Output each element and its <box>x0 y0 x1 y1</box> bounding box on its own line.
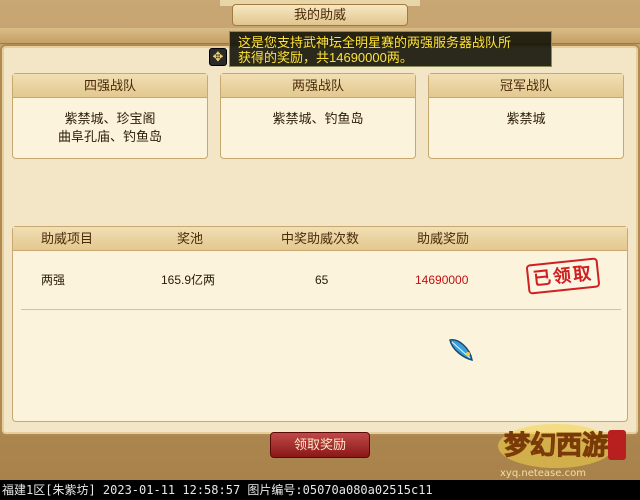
feather-icon <box>449 339 473 362</box>
column-header-wins: 中奖助威次数 <box>281 231 360 246</box>
status-bar: 福建1区[朱紫坊] 2023-01-11 12:58:57 图片编号:05070… <box>0 480 640 500</box>
tooltip-line-2: 获得的奖励，共14690000两。 <box>238 50 413 65</box>
claim-reward-button[interactable]: 领取奖励 <box>270 432 370 458</box>
team-members-top2: 紫禁城、钓鱼岛 <box>272 111 364 126</box>
team-members-champion: 紫禁城 <box>506 111 546 126</box>
row-divider <box>21 309 621 310</box>
window-title: 我的助威 <box>232 4 408 26</box>
tooltip-line-1: 这是您支持武神坛全明星赛的两强服务器战队所 <box>238 35 512 50</box>
team-header-top4: 四强战队 <box>13 74 207 98</box>
svg-text:梦幻西游: 梦幻西游 <box>504 431 608 461</box>
column-header-reward: 助威奖励 <box>417 231 470 246</box>
row-item: 两强 <box>41 273 66 287</box>
row-reward: 14690000 <box>415 273 469 287</box>
team-box-champion: 冠军战队 紫禁城 <box>428 73 624 159</box>
table-header: 助威项目 奖池 中奖助威次数 助威奖励 <box>13 227 627 251</box>
game-logo: 梦幻西游 xyq.netease.com <box>498 424 626 479</box>
claimed-stamp: 已领取 <box>525 257 601 295</box>
support-table: 助威项目 奖池 中奖助威次数 助威奖励 两强 165.9亿两 65 146900… <box>12 226 628 422</box>
move-arrows-icon[interactable]: ✥ <box>209 48 227 66</box>
column-header-pool: 奖池 <box>177 231 204 246</box>
team-header-top2: 两强战队 <box>221 74 415 98</box>
logo-url: xyq.netease.com <box>500 468 586 479</box>
team-box-top2: 两强战队 紫禁城、钓鱼岛 <box>220 73 416 159</box>
row-wins: 65 <box>315 273 329 287</box>
team-header-champion: 冠军战队 <box>429 74 623 98</box>
team-members-top4: 紫禁城、珍宝阁 曲阜孔庙、钓鱼岛 <box>57 111 162 144</box>
column-header-item: 助威项目 <box>41 231 94 246</box>
row-pool: 165.9亿两 <box>161 273 216 287</box>
reward-tooltip: 这是您支持武神坛全明星赛的两强服务器战队所 获得的奖励，共14690000两。 <box>229 31 552 67</box>
team-box-top4: 四强战队 紫禁城、珍宝阁 曲阜孔庙、钓鱼岛 <box>12 73 208 159</box>
